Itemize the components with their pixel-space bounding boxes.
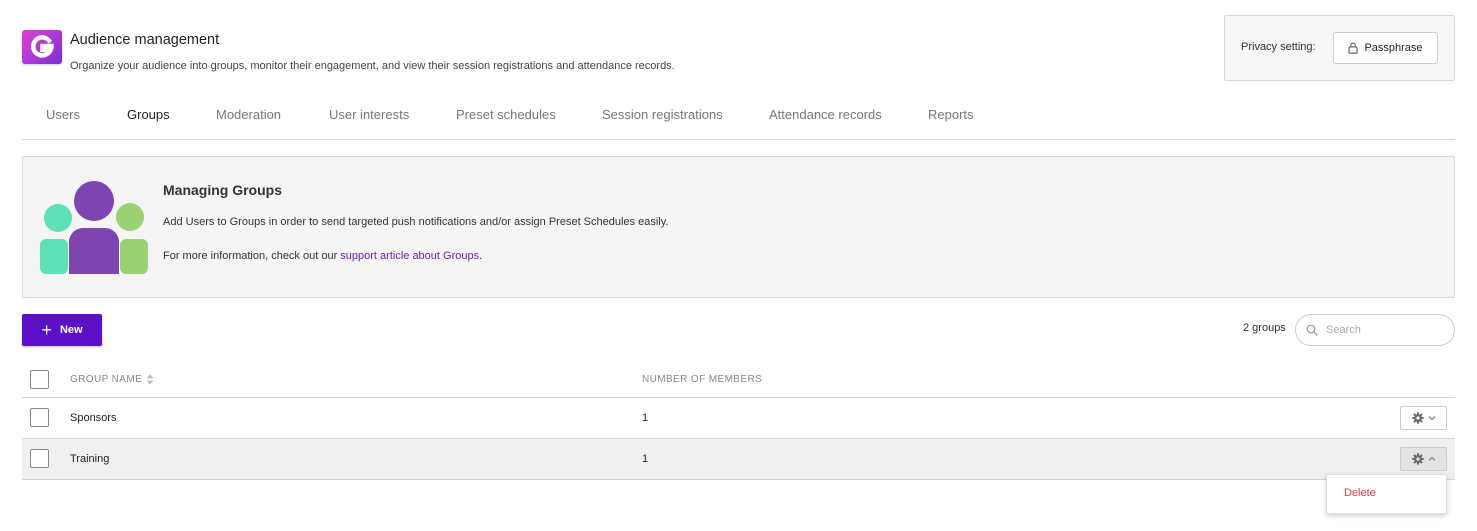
row-actions-button[interactable] xyxy=(1400,406,1447,430)
member-count-cell: 1 xyxy=(642,453,649,465)
plus-icon: + xyxy=(41,320,52,340)
table-header: GROUP NAME NUMBER OF MEMBERS xyxy=(22,358,1455,398)
tab-session-registrations[interactable]: Session registrations xyxy=(602,107,723,122)
info-more-text: For more information, check out our supp… xyxy=(163,250,482,262)
new-button-label: New xyxy=(59,324,83,336)
column-header-group-name[interactable]: GROUP NAME xyxy=(70,374,154,385)
chevron-up-icon xyxy=(1428,456,1435,461)
delete-menu-item[interactable]: Delete xyxy=(1344,487,1376,499)
tab-attendance-records[interactable]: Attendance records xyxy=(769,107,882,122)
group-name-cell: Training xyxy=(70,453,110,465)
gear-icon xyxy=(1411,453,1424,465)
tab-bar: Users Groups Moderation User interests P… xyxy=(22,103,1455,140)
group-name-cell: Sponsors xyxy=(70,412,117,424)
managing-groups-info-panel: Managing Groups Add Users to Groups in o… xyxy=(22,156,1455,298)
table-row: Sponsors 1 xyxy=(22,398,1455,439)
tab-moderation[interactable]: Moderation xyxy=(216,107,281,122)
support-article-link[interactable]: support article about Groups xyxy=(340,250,479,262)
tab-groups[interactable]: Groups xyxy=(127,107,170,122)
passphrase-button[interactable]: Passphrase xyxy=(1333,32,1438,64)
tab-user-interests[interactable]: User interests xyxy=(329,107,409,122)
group-count: 2 groups xyxy=(1243,322,1286,334)
passphrase-button-label: Passphrase xyxy=(1364,42,1423,54)
gear-icon xyxy=(1411,412,1424,424)
tab-preset-schedules[interactable]: Preset schedules xyxy=(456,107,556,122)
search-input[interactable] xyxy=(1326,324,1436,336)
search-box xyxy=(1295,314,1455,346)
tab-users[interactable]: Users xyxy=(46,107,80,122)
info-title: Managing Groups xyxy=(163,182,282,198)
column-header-group-name-label: GROUP NAME xyxy=(70,374,143,385)
info-more-suffix: . xyxy=(479,250,483,262)
row-actions-button[interactable] xyxy=(1400,447,1447,471)
page-subtitle: Organize your audience into groups, moni… xyxy=(70,60,675,72)
people-group-icon xyxy=(40,181,148,274)
row-checkbox[interactable] xyxy=(30,449,49,468)
info-description: Add Users to Groups in order to send tar… xyxy=(163,216,669,228)
lock-icon xyxy=(1348,42,1359,54)
tab-reports[interactable]: Reports xyxy=(928,107,974,122)
row-checkbox[interactable] xyxy=(30,408,49,427)
page-title: Audience management xyxy=(70,32,220,48)
member-count-cell: 1 xyxy=(642,412,649,424)
sort-icon xyxy=(146,374,154,385)
select-all-checkbox[interactable] xyxy=(30,370,49,389)
chevron-down-icon xyxy=(1428,416,1435,421)
privacy-setting-panel: Privacy setting: Passphrase xyxy=(1224,15,1455,81)
privacy-setting-label: Privacy setting: xyxy=(1241,41,1316,53)
g-logo-icon xyxy=(22,30,62,64)
search-icon xyxy=(1306,324,1318,336)
groups-table: GROUP NAME NUMBER OF MEMBERS Sponsors 1 xyxy=(22,358,1455,480)
row-actions-menu: Delete xyxy=(1326,474,1447,514)
new-group-button[interactable]: + New xyxy=(22,314,102,346)
info-more-prefix: For more information, check out our xyxy=(163,250,341,262)
table-row: Training 1 xyxy=(22,439,1455,480)
column-header-members: NUMBER OF MEMBERS xyxy=(642,374,763,385)
